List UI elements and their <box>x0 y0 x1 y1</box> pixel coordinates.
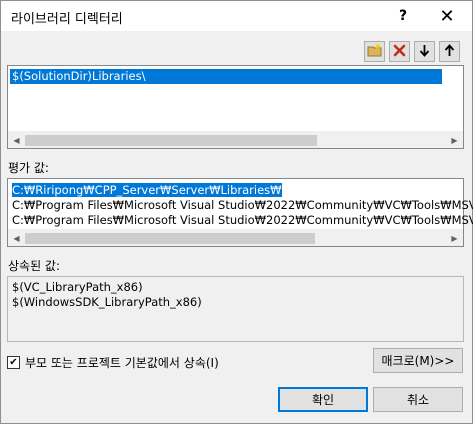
evaluated-label: 평가 값: <box>8 161 49 175</box>
inherit-checkbox-label: 부모 또는 프로젝트 기본값에서 상속(I) <box>25 356 219 370</box>
inherited-values-box: $(VC_LibraryPath_x86) $(WindowsSDK_Libra… <box>7 276 464 342</box>
list-item[interactable]: $(SolutionDir)Libraries\ <box>10 69 442 84</box>
scroll-right-icon[interactable]: ▶ <box>446 230 463 247</box>
scroll-left-icon[interactable]: ◀ <box>8 132 25 149</box>
ok-button[interactable]: 확인 <box>278 387 368 412</box>
move-up-button[interactable] <box>439 41 460 62</box>
cancel-button[interactable]: 취소 <box>373 387 463 412</box>
scroll-thumb[interactable] <box>25 135 317 146</box>
evaluated-hscroll[interactable]: ◀ ▶ <box>8 229 463 246</box>
macros-button[interactable]: 매크로(M)>> <box>373 348 463 373</box>
inherited-line: $(WindowsSDK_LibraryPath_x86) <box>12 295 202 309</box>
scroll-thumb[interactable] <box>25 233 315 244</box>
move-up-icon <box>444 43 455 60</box>
inherited-label: 상속된 값: <box>8 259 61 273</box>
move-down-button[interactable] <box>414 41 435 62</box>
title-bar: 라이브러리 디렉터리 ? ✕ <box>1 1 472 31</box>
inherit-checkbox-row[interactable]: ✔ 부모 또는 프로젝트 기본값에서 상속(I) <box>7 354 219 371</box>
help-button[interactable]: ? <box>381 1 425 31</box>
delete-line-button[interactable] <box>389 41 410 62</box>
scroll-left-icon[interactable]: ◀ <box>8 230 25 247</box>
inherit-checkbox[interactable]: ✔ <box>7 356 20 369</box>
evaluated-line[interactable]: C:₩Riripong₩CPP_Server₩Server₩Libraries₩ <box>12 183 282 198</box>
directory-list-hscroll[interactable]: ◀ ▶ <box>8 131 463 148</box>
delete-icon <box>393 44 406 60</box>
window-title: 라이브러리 디렉터리 <box>11 12 123 27</box>
evaluated-line[interactable]: C:₩Program Files₩Microsoft Visual Studio… <box>12 198 473 213</box>
move-down-icon <box>419 44 430 60</box>
library-directories-dialog: 라이브러리 디렉터리 ? ✕ $(SolutionDir)Libraries\ … <box>0 0 473 424</box>
new-folder-icon <box>367 43 383 60</box>
evaluated-value-box[interactable]: C:₩Riripong₩CPP_Server₩Server₩Libraries₩… <box>7 178 473 247</box>
evaluated-line[interactable]: C:₩Program Files₩Microsoft Visual Studio… <box>12 213 473 228</box>
scroll-right-icon[interactable]: ▶ <box>446 132 463 149</box>
directory-list[interactable]: $(SolutionDir)Libraries\ ◀ ▶ <box>7 65 464 149</box>
inherited-line: $(VC_LibraryPath_x86) <box>12 280 143 294</box>
close-button[interactable]: ✕ <box>425 1 469 31</box>
new-line-button[interactable] <box>364 41 385 62</box>
